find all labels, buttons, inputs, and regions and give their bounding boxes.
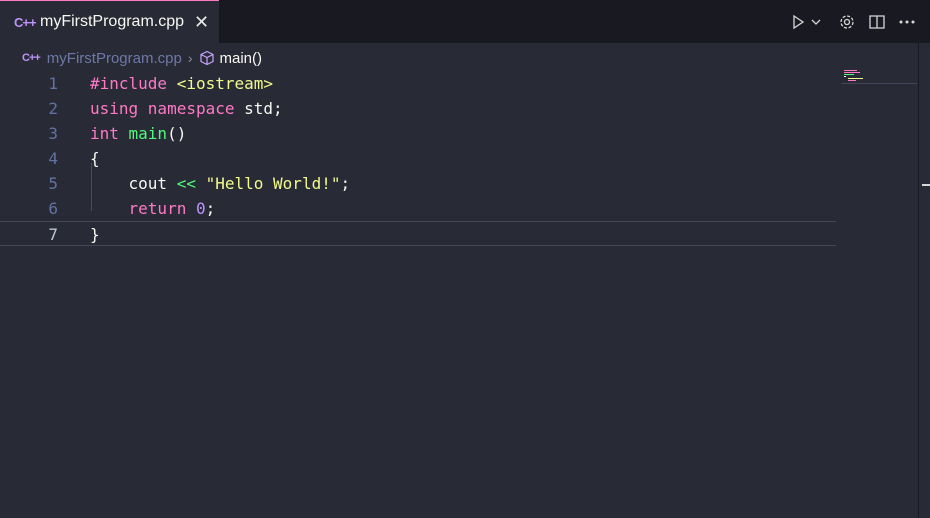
- ellipsis-icon[interactable]: [898, 10, 916, 34]
- line-number: 4: [48, 149, 58, 168]
- split-editor-icon[interactable]: [868, 10, 886, 34]
- code-text[interactable]: int main(): [90, 121, 186, 146]
- code-token: namespace: [147, 99, 245, 118]
- indent-guide: [91, 163, 92, 211]
- code-line[interactable]: 4{: [0, 146, 836, 171]
- tab-myfirstprogram[interactable]: C++ myFirstProgram.cpp ✕: [0, 0, 219, 43]
- code-line[interactable]: 1 #include <iostream>: [0, 71, 836, 96]
- code-text[interactable]: using namespace std;: [90, 96, 283, 121]
- tab-bar: C++ myFirstProgram.cpp ✕: [0, 0, 930, 43]
- code-token: ;: [205, 199, 216, 218]
- code-token: main: [128, 124, 168, 143]
- line-number: 3: [48, 124, 58, 143]
- code-text[interactable]: cout << "Hello World!";: [90, 171, 351, 196]
- gear-icon[interactable]: [838, 10, 856, 34]
- code-line[interactable]: 6 return 0;: [0, 196, 836, 221]
- code-token: (): [167, 124, 187, 143]
- close-icon[interactable]: ✕: [194, 12, 209, 33]
- code-editor[interactable]: 1 #include <iostream> 2 using namespace std…: [0, 71, 918, 518]
- line-number: 6: [48, 199, 58, 218]
- code-line[interactable]: 5 cout << "Hello World!";: [0, 171, 836, 196]
- editor-actions: [790, 0, 930, 43]
- code-token: using: [90, 99, 148, 118]
- code-token: int: [90, 124, 129, 143]
- code-line[interactable]: 7}: [0, 221, 836, 246]
- breadcrumb: C++ myFirstProgram.cpp › main(): [0, 43, 930, 73]
- method-icon: [199, 50, 215, 66]
- code-text[interactable]: #include <iostream>: [90, 71, 273, 96]
- code-token: std: [244, 99, 274, 118]
- code-token: 0: [195, 199, 206, 218]
- run-icon[interactable]: [790, 10, 806, 34]
- breadcrumb-separator: ›: [187, 50, 193, 66]
- code-text[interactable]: return 0;: [90, 196, 216, 221]
- code-token: return: [90, 199, 196, 218]
- code-token: cout: [90, 174, 177, 193]
- code-text[interactable]: }: [90, 222, 100, 247]
- code-line[interactable]: 3 int main(): [0, 121, 836, 146]
- code-line[interactable]: 2 using namespace std;: [0, 96, 836, 121]
- code-token: ;: [273, 99, 283, 118]
- cpp-file-icon: C++: [14, 14, 37, 30]
- cpp-file-icon: C++: [22, 52, 41, 64]
- minimap[interactable]: [842, 68, 917, 88]
- code-token: ;: [340, 174, 351, 193]
- code-token: <iostream>: [176, 74, 274, 93]
- code-token: <<: [176, 174, 206, 193]
- vertical-scrollbar[interactable]: [918, 43, 930, 518]
- code-token: "Hello World!": [205, 174, 341, 193]
- line-number: 1: [48, 74, 58, 93]
- breadcrumb-symbol[interactable]: main(): [220, 50, 263, 67]
- line-number: 7: [48, 225, 58, 244]
- chevron-down-icon[interactable]: [810, 10, 822, 34]
- line-number: 5: [48, 174, 58, 193]
- scrollbar-cursor-marker: [922, 184, 930, 186]
- breadcrumb-file[interactable]: myFirstProgram.cpp: [47, 50, 182, 67]
- code-token: #include: [90, 74, 177, 93]
- code-token: }: [90, 225, 100, 244]
- tab-title: myFirstProgram.cpp: [40, 13, 185, 30]
- line-number: 2: [48, 99, 58, 118]
